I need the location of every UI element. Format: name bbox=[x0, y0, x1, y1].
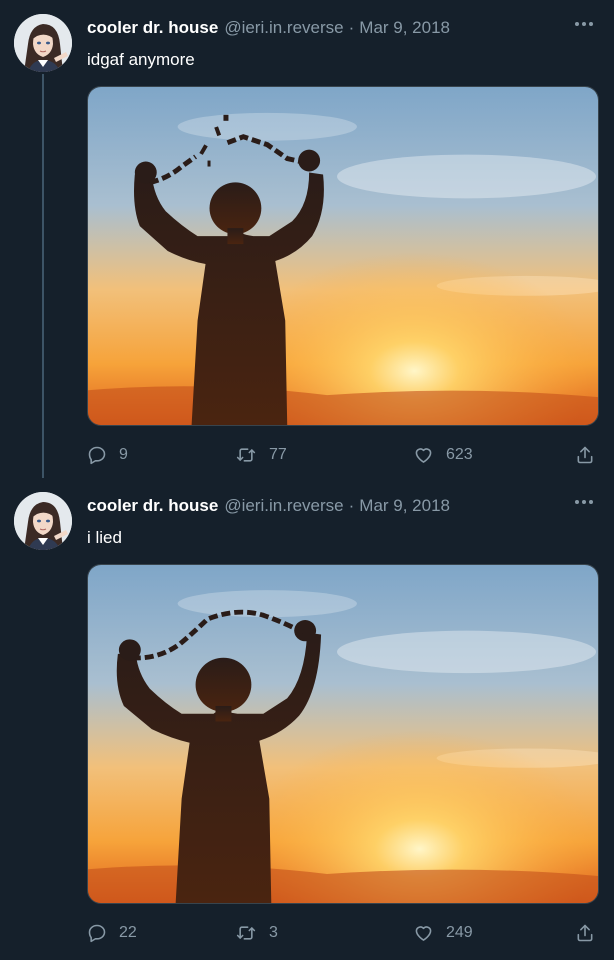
tweet-image[interactable] bbox=[87, 564, 599, 904]
retweet-button[interactable]: 3 bbox=[235, 918, 278, 948]
reply-count: 22 bbox=[119, 924, 137, 941]
more-horizontal-icon bbox=[575, 500, 593, 504]
retweet-icon bbox=[236, 448, 256, 462]
retweet-count: 77 bbox=[269, 446, 287, 463]
like-count: 623 bbox=[446, 446, 473, 463]
display-name[interactable]: cooler dr. house bbox=[87, 496, 218, 516]
tweet-date[interactable]: Mar 9, 2018 bbox=[359, 496, 450, 516]
retweet-icon bbox=[236, 926, 256, 940]
avatar[interactable] bbox=[14, 14, 72, 72]
user-handle[interactable]: @ieri.in.reverse bbox=[224, 18, 343, 38]
share-button[interactable] bbox=[575, 918, 595, 948]
like-count: 249 bbox=[446, 924, 473, 941]
heart-icon bbox=[415, 448, 432, 463]
timeline: cooler dr. house @ieri.in.reverse · Mar … bbox=[0, 0, 614, 960]
tweet-header: cooler dr. house @ieri.in.reverse · Mar … bbox=[87, 496, 564, 518]
like-button[interactable]: 249 bbox=[413, 918, 473, 948]
tweet[interactable]: cooler dr. house @ieri.in.reverse · Mar … bbox=[0, 478, 614, 960]
tweet-actions: 22 3 249 bbox=[87, 918, 599, 948]
tweet-date[interactable]: Mar 9, 2018 bbox=[359, 18, 450, 38]
tweet[interactable]: cooler dr. house @ieri.in.reverse · Mar … bbox=[0, 0, 614, 478]
heart-icon bbox=[415, 926, 432, 941]
separator-dot: · bbox=[348, 496, 355, 515]
more-button[interactable] bbox=[572, 492, 596, 512]
reply-button[interactable]: 9 bbox=[87, 440, 128, 470]
separator-dot: · bbox=[348, 18, 355, 37]
user-handle[interactable]: @ieri.in.reverse bbox=[224, 496, 343, 516]
retweet-button[interactable]: 77 bbox=[235, 440, 287, 470]
like-button[interactable]: 623 bbox=[413, 440, 473, 470]
tweet-image[interactable] bbox=[87, 86, 599, 426]
tweet-actions: 9 77 623 bbox=[87, 440, 599, 470]
tweet-text: i lied bbox=[87, 528, 122, 547]
reply-count: 9 bbox=[119, 446, 128, 463]
more-horizontal-icon bbox=[575, 22, 593, 26]
share-button[interactable] bbox=[575, 440, 595, 470]
reply-button[interactable]: 22 bbox=[87, 918, 137, 948]
tweet-text: idgaf anymore bbox=[87, 50, 195, 69]
tweet-header: cooler dr. house @ieri.in.reverse · Mar … bbox=[87, 18, 564, 40]
retweet-count: 3 bbox=[269, 924, 278, 941]
more-button[interactable] bbox=[572, 14, 596, 34]
avatar[interactable] bbox=[14, 492, 72, 550]
reply-icon bbox=[88, 446, 106, 465]
reply-icon bbox=[88, 924, 106, 943]
share-icon bbox=[577, 446, 593, 464]
display-name[interactable]: cooler dr. house bbox=[87, 18, 218, 38]
share-icon bbox=[577, 924, 593, 942]
